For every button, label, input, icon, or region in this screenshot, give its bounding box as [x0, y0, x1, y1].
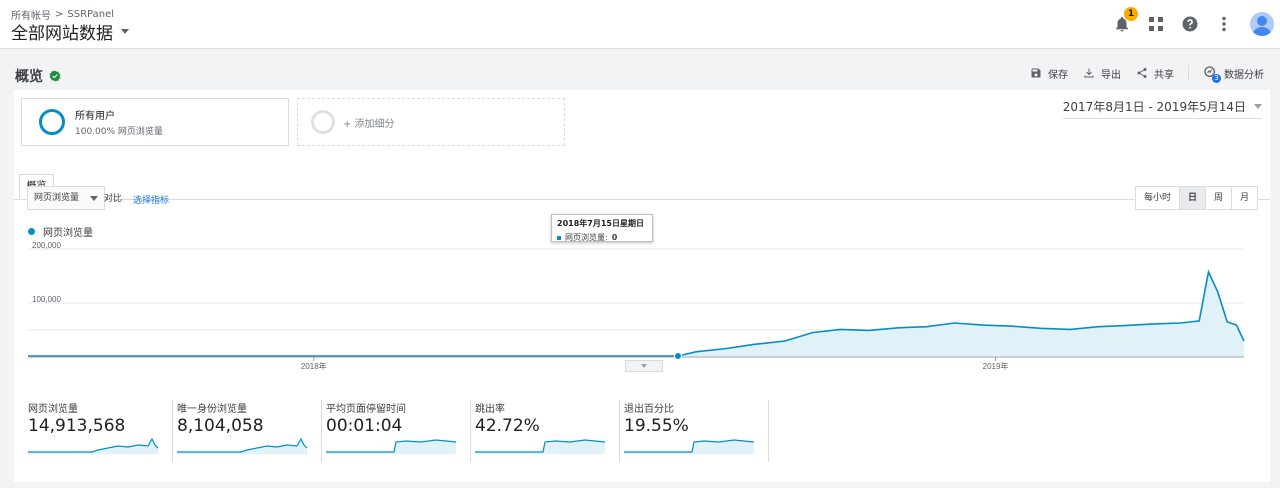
tooltip-title: 2018年7月15日星期日 — [557, 219, 644, 228]
save-button[interactable]: 保存 — [1029, 66, 1068, 81]
share-button[interactable]: 共享 — [1135, 66, 1174, 81]
tab-bar: 概览 — [14, 174, 1270, 200]
segment-detail: 100.00% 网页浏览量 — [75, 127, 163, 137]
granularity-month[interactable]: 月 — [1230, 187, 1257, 209]
more-vert-icon — [1222, 16, 1226, 32]
kpi-tile[interactable]: 跳出率 42.72% — [471, 400, 620, 462]
save-icon — [1029, 66, 1043, 80]
report-header: 概览 — [15, 66, 61, 86]
y-tick-label: 200,000 — [32, 241, 61, 250]
granularity-toggle: 每小时 日 周 月 — [1134, 186, 1258, 210]
kpi-value: 8,104,058 — [177, 416, 264, 436]
choose-metric-link[interactable]: 选择指标 — [133, 193, 169, 206]
kpi-tile[interactable]: 网页浏览量 14,913,568 — [24, 400, 173, 462]
segment-text: 所有用户 100.00% 网页浏览量 — [75, 107, 163, 137]
user-icon — [1252, 16, 1272, 36]
legend-series-label: 网页浏览量 — [43, 228, 93, 239]
export-label: 导出 — [1101, 69, 1121, 81]
kpi-label: 跳出率 — [475, 404, 505, 415]
top-bar: 所有帐号 > SSRPanel 全部网站数据 1 — [0, 0, 1280, 49]
tooltip-series-swatch — [557, 235, 561, 240]
chevron-down-icon — [90, 196, 98, 201]
download-icon — [1082, 66, 1096, 80]
kpi-sparkline — [326, 439, 457, 454]
help-icon — [1182, 16, 1198, 32]
granularity-week[interactable]: 周 — [1204, 187, 1231, 209]
share-label: 共享 — [1154, 69, 1174, 81]
top-icons: 1 — [1100, 7, 1280, 40]
add-segment-button[interactable]: + 添加细分 — [297, 98, 565, 146]
export-button[interactable]: 导出 — [1082, 66, 1121, 81]
kpi-value: 14,913,568 — [28, 416, 126, 436]
vs-label: 对比 — [104, 194, 123, 204]
pageviews-chart[interactable]: 200,000 100,000 2018年 2019年 — [14, 238, 1270, 378]
apps-button[interactable] — [1144, 12, 1168, 36]
kpi-label: 退出百分比 — [624, 404, 674, 415]
date-range-text: 2017年8月1日 - 2019年5月14日 — [1062, 100, 1246, 114]
kpi-sparkline — [475, 439, 606, 454]
kpi-row: 网页浏览量 14,913,568 唯一身份浏览量 8,104,058 平均页面停留时间 0… — [24, 400, 769, 462]
kpi-label: 网页浏览量 — [28, 404, 78, 415]
granularity-day[interactable]: 日 — [1178, 187, 1205, 209]
kpi-value: 00:01:04 — [326, 416, 403, 436]
kpi-tile[interactable]: 唯一身份浏览量 8,104,058 — [173, 400, 322, 462]
kpi-sparkline — [624, 439, 755, 454]
chevron-down-icon — [641, 364, 647, 368]
x-tick-label: 2019年 — [983, 361, 1009, 371]
view-selector[interactable]: 全部网站数据 — [11, 19, 129, 44]
kpi-tile[interactable]: 平均页面停留时间 00:01:04 — [322, 400, 471, 462]
kpi-sparkline — [177, 437, 308, 454]
notifications-button[interactable]: 1 — [1110, 7, 1138, 36]
chart-legend: 网页浏览量 — [28, 224, 93, 239]
metric-select-value: 网页浏览量 — [34, 193, 80, 203]
actions-divider — [1188, 65, 1189, 81]
kpi-value: 19.55% — [624, 416, 689, 436]
chevron-down-icon — [121, 29, 129, 34]
y-tick-label: 100,000 — [32, 295, 61, 304]
granularity-hourly[interactable]: 每小时 — [1135, 187, 1179, 209]
tooltip-row: 网页浏览量: 0 — [557, 232, 647, 243]
legend-dot — [28, 228, 35, 235]
metric-select[interactable]: 网页浏览量 — [27, 186, 105, 210]
kpi-value: 42.72% — [475, 416, 540, 436]
chart-tooltip: 2018年7月15日星期日 网页浏览量: 0 — [551, 214, 653, 242]
apps-grid-icon — [1149, 17, 1163, 31]
report-card: 所有用户 100.00% 网页浏览量 + 添加细分 2017年8月1日 - 20… — [14, 90, 1270, 482]
hover-point — [674, 352, 682, 360]
more-button[interactable] — [1212, 12, 1236, 36]
tooltip-metric: 网页浏览量: — [565, 233, 608, 242]
empty-segment-icon — [311, 110, 335, 134]
segment-ring-icon — [39, 109, 65, 135]
report-actions: 保存 导出 共享 3 数据分析 — [1015, 65, 1264, 83]
notification-badge: 1 — [1124, 7, 1138, 21]
kpi-sparkline — [28, 437, 159, 454]
kpi-label: 唯一身份浏览量 — [177, 404, 247, 415]
avatar[interactable] — [1250, 12, 1274, 36]
chart-collapse-toggle[interactable] — [625, 360, 663, 372]
save-label: 保存 — [1048, 69, 1068, 81]
share-icon — [1135, 66, 1149, 80]
view-title: 全部网站数据 — [11, 24, 113, 44]
tooltip-value: 0 — [611, 233, 618, 242]
insights-icon: 3 — [1203, 66, 1221, 83]
kpi-tile[interactable]: 退出百分比 19.55% — [620, 400, 769, 462]
page-title: 概览 — [15, 69, 43, 85]
date-range-picker[interactable]: 2017年8月1日 - 2019年5月14日 — [1062, 98, 1262, 119]
help-button[interactable] — [1178, 12, 1202, 36]
kpi-label: 平均页面停留时间 — [326, 404, 406, 415]
segment-all-users[interactable]: 所有用户 100.00% 网页浏览量 — [21, 98, 289, 146]
series-area — [28, 271, 1244, 356]
verified-check-icon — [49, 70, 61, 82]
insights-label: 数据分析 — [1224, 69, 1264, 81]
add-segment-label: + 添加细分 — [343, 118, 395, 130]
insights-badge: 3 — [1212, 74, 1221, 83]
x-tick-label: 2018年 — [301, 361, 327, 371]
segment-name: 所有用户 — [75, 111, 115, 122]
chevron-down-icon — [1254, 104, 1262, 109]
insights-button[interactable]: 3 数据分析 — [1203, 66, 1264, 83]
